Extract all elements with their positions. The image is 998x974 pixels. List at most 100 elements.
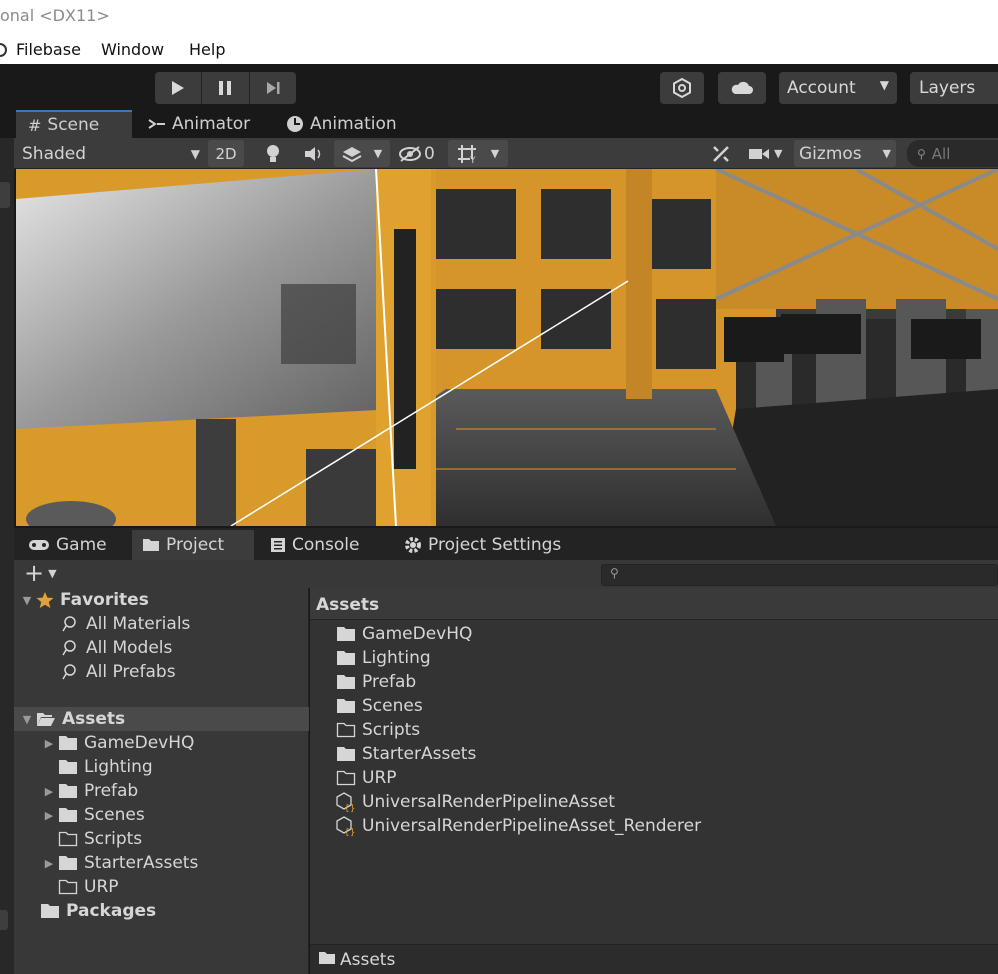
dock-handle-lower[interactable]	[0, 910, 8, 930]
menu-help[interactable]: Help	[189, 40, 225, 59]
tab-game[interactable]: Game	[18, 530, 117, 560]
scene-visibility-toggle[interactable]: 0	[398, 140, 454, 167]
tab-project[interactable]: Project	[132, 530, 254, 560]
folder-icon	[143, 539, 159, 551]
scene-search-input[interactable]: ⚲ All	[907, 140, 998, 167]
camera-dropdown[interactable]: ▼	[748, 140, 796, 167]
tree-item-label: Packages	[66, 901, 157, 921]
tab-project-label: Project	[166, 535, 225, 555]
tree-item-label: Prefab	[84, 781, 139, 801]
scene-view-toolbar: Shaded ▼ 2D ▼ 0 Y ▼ ▼ Gizmos ▼ ⚲ All	[14, 138, 998, 169]
favorite-item-label: All Materials	[86, 614, 191, 634]
favorite-item-label: All Models	[86, 638, 173, 658]
folder-icon	[336, 746, 356, 762]
window-title: onal <DX11>	[0, 6, 110, 25]
asset-item-label: Scenes	[362, 696, 423, 716]
asset-item-label: GameDevHQ	[362, 624, 473, 644]
main-toolbar: Account ▼ Layers	[0, 64, 998, 110]
toggle-2d-button[interactable]: 2D	[208, 140, 244, 167]
tree-item[interactable]: ▶ Scenes	[40, 803, 145, 827]
tab-scene[interactable]: # Scene	[16, 110, 132, 138]
favorite-item[interactable]: All Materials	[62, 612, 190, 636]
toggle-2d-label: 2D	[215, 144, 237, 163]
tree-item-packages[interactable]: Packages	[40, 899, 156, 923]
menu-filebase[interactable]: Filebase	[16, 40, 81, 59]
folder-icon	[336, 698, 356, 714]
asset-item[interactable]: URP	[336, 766, 397, 790]
folder-icon	[58, 735, 78, 751]
audio-toggle[interactable]	[302, 140, 326, 167]
chevron-down-icon: ▼	[774, 147, 783, 160]
effects-dropdown[interactable]: ▼	[334, 140, 390, 167]
lightbulb-icon	[267, 144, 279, 162]
tools-toggle[interactable]	[708, 140, 734, 167]
tree-item[interactable]: Scripts	[58, 827, 142, 851]
tab-project-settings[interactable]: Project Settings	[394, 530, 571, 560]
tab-game-label: Game	[56, 535, 107, 555]
asset-item[interactable]: Prefab	[336, 670, 416, 694]
asset-item[interactable]: {} UniversalRenderPipelineAsset_Renderer	[336, 814, 701, 838]
scene-search-placeholder: All	[931, 144, 951, 163]
pause-icon	[219, 81, 232, 95]
shading-mode-dropdown[interactable]: Shaded ▼	[22, 140, 202, 167]
tree-item[interactable]: Lighting	[58, 755, 153, 779]
folder-icon	[336, 674, 356, 690]
collapse-arrow-icon: ▶	[44, 856, 54, 870]
tab-console[interactable]: Console	[260, 530, 370, 560]
clock-icon	[287, 116, 303, 132]
tree-item[interactable]: ▶ GameDevHQ	[40, 731, 195, 755]
asset-item[interactable]: Scripts	[336, 718, 420, 742]
folder-icon	[336, 650, 356, 666]
tree-item-assets[interactable]: ▼ Assets	[14, 707, 309, 731]
favorites-header[interactable]: ▼ Favorites	[18, 588, 149, 612]
tree-item[interactable]: ▶ Prefab	[40, 779, 138, 803]
project-search-input[interactable]: ⚲	[601, 564, 998, 586]
layers-dropdown[interactable]: Layers	[910, 72, 998, 104]
menu-window[interactable]: Window	[101, 40, 164, 59]
tab-animator-label: Animator	[172, 114, 251, 134]
asset-item[interactable]: Scenes	[336, 694, 423, 718]
scene-render	[16, 169, 998, 526]
chevron-down-icon: ▼	[882, 147, 891, 160]
pause-button[interactable]	[202, 72, 250, 104]
plus-icon: +	[24, 559, 45, 587]
tab-animation-label: Animation	[310, 114, 397, 134]
step-button[interactable]	[250, 72, 296, 104]
tab-animation[interactable]: Animation	[274, 110, 409, 138]
account-dropdown[interactable]: Account ▼	[779, 72, 897, 104]
tree-item[interactable]: URP	[58, 875, 119, 899]
scene-viewport[interactable]	[16, 169, 998, 526]
collab-button[interactable]	[660, 72, 704, 104]
asset-item[interactable]: {} UniversalRenderPipelineAsset	[336, 790, 615, 814]
folder-icon	[40, 903, 60, 919]
create-dropdown[interactable]: + ▼	[24, 559, 57, 587]
folder-icon	[58, 855, 78, 871]
asset-item[interactable]: GameDevHQ	[336, 622, 472, 646]
search-icon: ⚲	[610, 566, 619, 580]
grid-snap-dropdown[interactable]: Y ▼	[448, 140, 508, 167]
tree-item-label: GameDevHQ	[84, 733, 195, 753]
tab-animator[interactable]: Animator	[136, 110, 262, 138]
gizmos-dropdown[interactable]: Gizmos ▼	[794, 140, 896, 167]
svg-text:{}: {}	[344, 804, 355, 812]
asset-item[interactable]: Lighting	[336, 646, 431, 670]
chevron-down-icon: ▼	[879, 78, 889, 92]
lighting-toggle[interactable]	[262, 140, 284, 167]
collapse-arrow-icon: ▶	[44, 808, 54, 822]
favorite-item[interactable]: All Models	[62, 636, 172, 660]
hidden-eye-icon	[399, 145, 421, 162]
pipeline-asset-icon: {}	[336, 816, 356, 836]
asset-item[interactable]: StarterAssets	[336, 742, 476, 766]
asset-item-label: UniversalRenderPipelineAsset_Renderer	[362, 816, 702, 836]
tree-item-label: Scripts	[84, 829, 143, 849]
favorite-item[interactable]: All Prefabs	[62, 660, 176, 684]
grid-icon: #	[28, 115, 42, 135]
cloud-button[interactable]	[718, 72, 766, 104]
dock-handle[interactable]	[0, 182, 10, 208]
asset-item-label: URP	[362, 768, 397, 788]
path-bar-label[interactable]: Assets	[340, 950, 395, 970]
empty-folder-icon	[58, 879, 78, 895]
tree-item[interactable]: ▶ StarterAssets	[40, 851, 199, 875]
play-button[interactable]	[155, 72, 203, 104]
speaker-icon	[305, 146, 321, 161]
